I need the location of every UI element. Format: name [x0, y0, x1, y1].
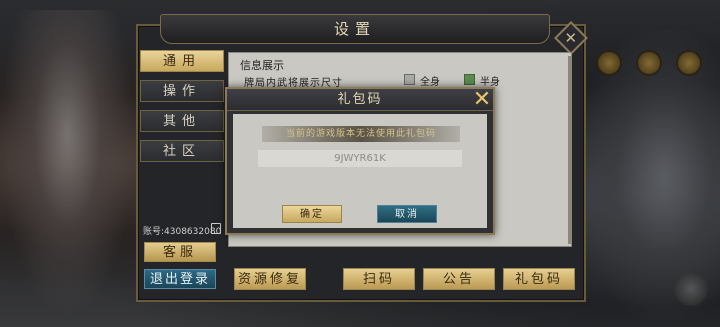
close-icon: ✕ — [472, 87, 492, 112]
checkbox-label: 半身 — [480, 77, 500, 88]
tab-controls[interactable]: 操作 — [140, 80, 224, 102]
dialog-title: 礼包码 — [337, 92, 383, 107]
account-id: 账号:4308632080 — [143, 227, 222, 237]
version-notice: 当前的游戏版本无法使用此礼包码 — [262, 126, 460, 142]
cancel-button[interactable]: 取消 — [377, 205, 437, 223]
info-section-title: 信息展示 — [240, 59, 284, 72]
dialog-close-button[interactable]: ✕ — [470, 88, 494, 112]
checkbox-half-body[interactable] — [464, 74, 475, 85]
scrollbar[interactable] — [568, 56, 572, 244]
customer-service-button[interactable]: 客服 — [144, 242, 216, 262]
close-icon: ✕ — [564, 28, 578, 47]
tab-other[interactable]: 其他 — [140, 110, 224, 132]
settings-title: 设置 — [333, 20, 376, 38]
scan-button[interactable]: 扫码 — [343, 268, 415, 290]
checkbox-full-body[interactable] — [404, 74, 415, 85]
checkbox-label: 全身 — [420, 77, 440, 88]
gift-code-input[interactable] — [258, 150, 462, 167]
logout-button[interactable]: 退出登录 — [144, 269, 216, 289]
resource-repair-button[interactable]: 资源修复 — [234, 268, 306, 290]
copy-icon[interactable] — [211, 223, 221, 234]
announcement-button[interactable]: 公告 — [423, 268, 495, 290]
gift-code-button[interactable]: 礼包码 — [503, 268, 575, 290]
tab-community[interactable]: 社区 — [140, 140, 224, 162]
confirm-button[interactable]: 确定 — [282, 205, 342, 223]
tab-general[interactable]: 通用 — [140, 50, 224, 72]
